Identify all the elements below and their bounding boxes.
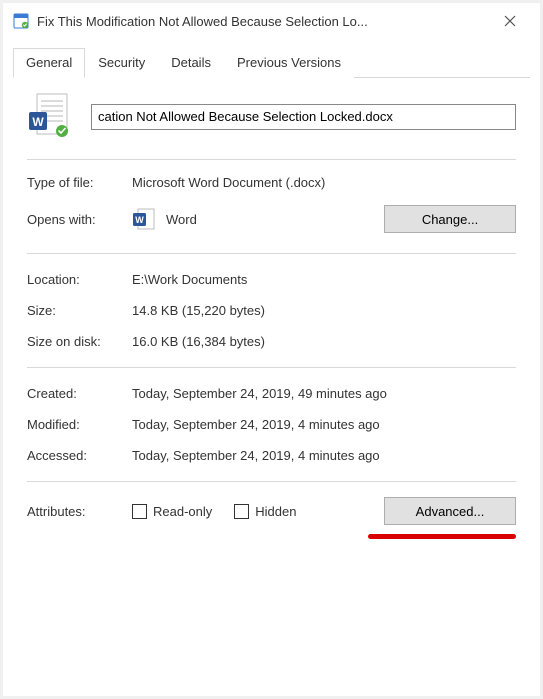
svg-text:W: W — [135, 215, 144, 225]
value-size: 14.8 KB (15,220 bytes) — [132, 303, 516, 318]
value-type-of-file: Microsoft Word Document (.docx) — [132, 175, 516, 190]
checkbox-read-only-label: Read-only — [153, 504, 212, 519]
label-type-of-file: Type of file: — [27, 175, 132, 190]
value-modified: Today, September 24, 2019, 4 minutes ago — [132, 417, 516, 432]
separator — [27, 159, 516, 160]
label-opens-with: Opens with: — [27, 212, 132, 227]
advanced-button[interactable]: Advanced... — [384, 497, 516, 525]
checkbox-read-only[interactable]: Read-only — [132, 504, 212, 519]
properties-icon — [13, 13, 29, 29]
tab-security[interactable]: Security — [85, 48, 158, 78]
label-attributes: Attributes: — [27, 504, 132, 519]
label-location: Location: — [27, 272, 132, 287]
file-type-icon: W — [27, 92, 71, 141]
tab-general[interactable]: General — [13, 48, 85, 78]
value-size-on-disk: 16.0 KB (16,384 bytes) — [132, 334, 516, 349]
word-app-icon: W — [132, 207, 156, 231]
tab-details[interactable]: Details — [158, 48, 224, 78]
checkbox-box-icon — [132, 504, 147, 519]
label-accessed: Accessed: — [27, 448, 132, 463]
checkbox-hidden[interactable]: Hidden — [234, 504, 296, 519]
titlebar: Fix This Modification Not Allowed Becaus… — [3, 3, 540, 39]
separator — [27, 253, 516, 254]
svg-text:W: W — [32, 115, 44, 129]
separator — [27, 481, 516, 482]
label-size-on-disk: Size on disk: — [27, 334, 132, 349]
value-created: Today, September 24, 2019, 49 minutes ag… — [132, 386, 516, 401]
window-title: Fix This Modification Not Allowed Becaus… — [37, 14, 490, 29]
highlight-annotation — [368, 534, 516, 539]
general-panel: W Type of file: Microsoft Word Document … — [3, 78, 540, 553]
label-size: Size: — [27, 303, 132, 318]
close-button[interactable] — [490, 3, 530, 39]
tab-strip: General Security Details Previous Versio… — [13, 47, 530, 78]
filename-input[interactable] — [91, 104, 516, 130]
value-location: E:\Work Documents — [132, 272, 516, 287]
separator — [27, 367, 516, 368]
label-modified: Modified: — [27, 417, 132, 432]
value-accessed: Today, September 24, 2019, 4 minutes ago — [132, 448, 516, 463]
change-button[interactable]: Change... — [384, 205, 516, 233]
checkbox-hidden-label: Hidden — [255, 504, 296, 519]
value-opens-with: Word — [166, 212, 384, 227]
tab-previous-versions[interactable]: Previous Versions — [224, 48, 354, 78]
close-icon — [504, 15, 516, 27]
checkbox-box-icon — [234, 504, 249, 519]
label-created: Created: — [27, 386, 132, 401]
